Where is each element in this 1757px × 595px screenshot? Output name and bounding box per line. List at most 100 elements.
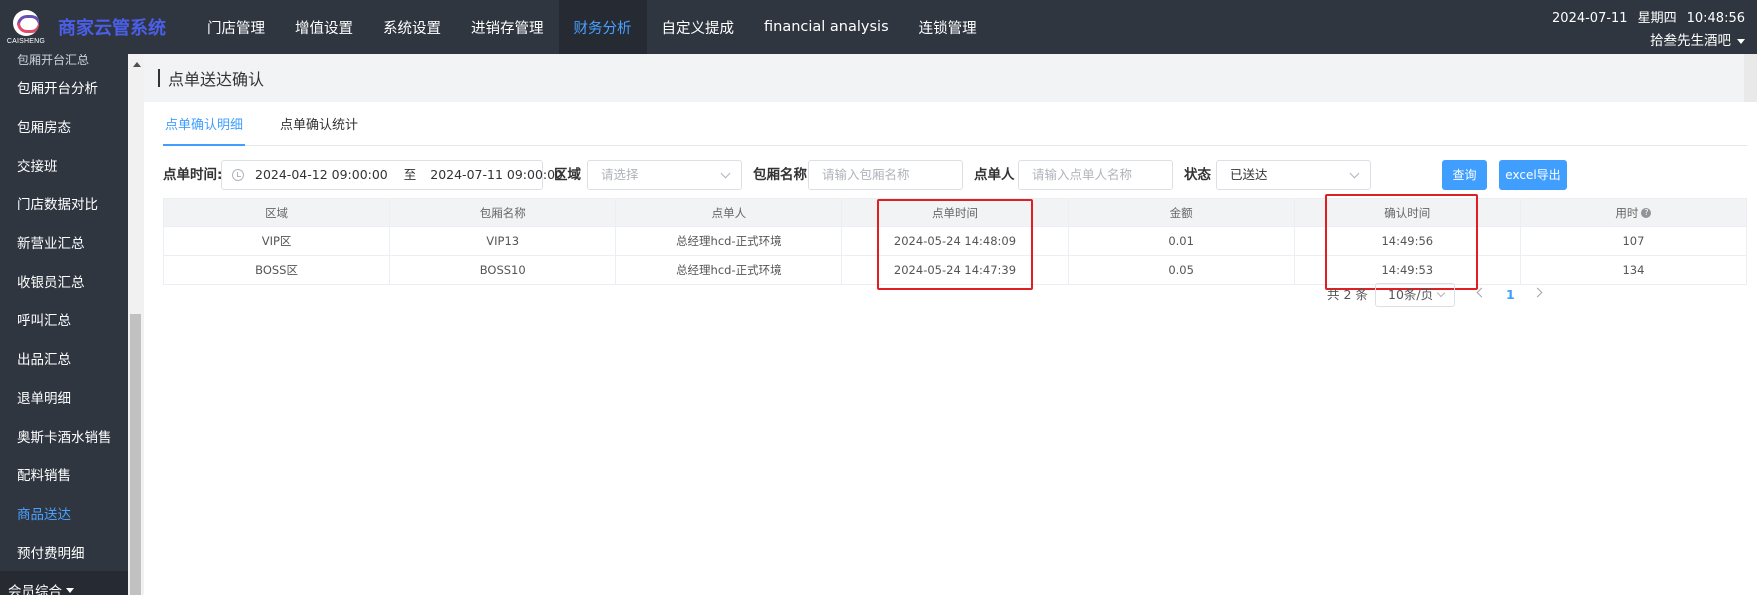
user-menu[interactable]: 拾叁先生酒吧 (1542, 30, 1745, 52)
sidebar-item-8[interactable]: 退单明细 (0, 378, 128, 417)
table-cell: BOSS区 (163, 255, 391, 285)
area-select[interactable]: 请选择 (587, 160, 742, 190)
orderer-placeholder: 请输入点单人名称 (1032, 167, 1133, 182)
prev-page-icon[interactable] (1476, 287, 1487, 298)
help-icon[interactable]: ? (1641, 208, 1652, 218)
sidebar-item-1[interactable]: 包厢房态 (0, 107, 128, 146)
sidebar-item-10[interactable]: 配料销售 (0, 455, 128, 494)
sidebar-item-0[interactable]: 包厢开台分析 (0, 68, 128, 107)
filter-bar: 点单时间: 2024-04-12 09:00:00 至 2024-07-11 0… (163, 160, 1753, 190)
sidebar-item-9[interactable]: 奥斯卡酒水销售 (0, 416, 128, 455)
tab-bar: 点单确认明细 点单确认统计 (163, 114, 1747, 146)
logo-text: CAISHENG (6, 37, 46, 45)
column-header-label: 点单人 (711, 205, 747, 220)
chevron-down-icon (720, 168, 731, 179)
column-header-6: 用时? (1520, 198, 1748, 227)
page-scrollbar[interactable] (1744, 54, 1757, 102)
orderer-input[interactable]: 请输入点单人名称 (1018, 160, 1173, 190)
sidebar-item-7[interactable]: 出品汇总 (0, 339, 128, 378)
sidebar-item-5[interactable]: 收银员汇总 (0, 261, 128, 300)
chevron-down-icon (1349, 168, 1360, 179)
status-value: 已送达 (1230, 167, 1268, 182)
column-header-2: 点单人 (615, 198, 843, 227)
sidebar-group-member[interactable]: 会员综合 (0, 570, 128, 595)
room-name-label: 包厢名称 (753, 167, 807, 183)
tab-1[interactable]: 点单确认统计 (278, 114, 360, 146)
table-cell: 0.05 (1068, 255, 1295, 285)
next-page-icon[interactable] (1532, 287, 1543, 298)
table-cell: BOSS10 (389, 255, 617, 285)
sidebar-item-cut[interactable]: 包厢开台汇总 (0, 54, 128, 68)
page-size-select[interactable]: 10条/页 (1375, 283, 1455, 307)
table-cell: 134 (1520, 255, 1748, 285)
end-date: 2024-07-11 09:00:00 (430, 167, 564, 182)
table-cell: 0.01 (1068, 226, 1295, 256)
scroll-up-arrow-icon[interactable] (133, 62, 141, 67)
area-placeholder: 请选择 (601, 167, 639, 182)
column-header-label: 区域 (265, 205, 289, 220)
nav-item-1[interactable]: 增值设置 (280, 0, 368, 54)
status-select[interactable]: 已送达 (1216, 160, 1371, 190)
column-header-label: 包厢名称 (479, 205, 526, 220)
caret-down-icon (1737, 38, 1745, 44)
highlight-box-order-time (877, 199, 1033, 290)
date-range-picker[interactable]: 2024-04-12 09:00:00 至 2024-07-11 09:00:0… (221, 160, 563, 190)
sidebar: 包厢开台汇总 包厢开台分析 包厢房态 交接班 门店数据对比 新营业汇总 收银员汇总 呼叫汇总… (0, 54, 128, 595)
page-size-value: 10条/页 (1388, 287, 1434, 302)
weekday-text: 星期四 (1637, 11, 1677, 26)
sidebar-scroll-thumb[interactable] (130, 314, 141, 595)
sidebar-group-label: 会员综合 (8, 584, 62, 595)
nav-item-4[interactable]: 财务分析 (558, 0, 647, 54)
tab-0[interactable]: 点单确认明细 (163, 114, 246, 146)
sidebar-item-12[interactable]: 预付费明细 (0, 532, 128, 571)
sidebar-item-6[interactable]: 呼叫汇总 (0, 300, 128, 339)
top-navigation-bar: CAISHENG 商家云管系统 门店管理 增值设置 系统设置 进销存管理 财务分析 自定义… (0, 0, 1757, 54)
column-header-label: 金额 (1169, 205, 1193, 220)
sidebar-item-11[interactable]: 商品送达 (0, 494, 128, 533)
sidebar-item-2[interactable]: 交接班 (0, 145, 128, 184)
page-title: 点单送达确认 (168, 70, 265, 89)
table-cell: 107 (1520, 226, 1748, 256)
nav-item-3[interactable]: 进销存管理 (456, 0, 559, 54)
sidebar-item-4[interactable]: 新营业汇总 (0, 223, 128, 262)
pagination-total: 共 2 条 (1327, 287, 1368, 302)
chevron-down-icon (1436, 288, 1446, 298)
highlight-box-confirm-time (1325, 194, 1478, 290)
top-right-info: 2024-07-11 星期四 10:48:56 拾叁先生酒吧 (1542, 8, 1745, 52)
table-cell: 总经理hcd-正式环境 (615, 226, 843, 256)
nav-item-7[interactable]: 连锁管理 (904, 0, 992, 54)
table-cell: VIP区 (163, 226, 391, 256)
nav-item-0[interactable]: 门店管理 (192, 0, 280, 54)
brand-title: 商家云管系统 (58, 18, 166, 39)
excel-export-button[interactable]: excel导出 (1499, 160, 1567, 190)
column-header-1: 包厢名称 (389, 198, 617, 227)
current-page[interactable]: 1 (1506, 283, 1515, 307)
main-nav: 门店管理 增值设置 系统设置 进销存管理 财务分析 自定义提成 financial anal… (192, 0, 992, 54)
nav-item-2[interactable]: 系统设置 (368, 0, 456, 54)
caisheng-logo-icon (13, 9, 39, 36)
room-name-input[interactable]: 请输入包厢名称 (808, 160, 963, 190)
date-text: 2024-07-11 (1552, 11, 1628, 26)
column-header-0: 区域 (163, 198, 391, 227)
column-header-label: 用时 (1615, 205, 1639, 220)
nav-item-6[interactable]: financial analysis (749, 0, 904, 54)
main-content: 点单送达确认 点单确认明细 点单确认统计 点单时间: 2024-04-12 09:… (144, 54, 1757, 595)
user-name: 拾叁先生酒吧 (1650, 33, 1731, 49)
table-cell: 总经理hcd-正式环境 (615, 255, 843, 285)
area-label: 区域 (554, 167, 581, 183)
time-text: 10:48:56 (1686, 11, 1745, 26)
order-time-label: 点单时间: (163, 167, 223, 183)
clock-icon (232, 169, 244, 181)
logo[interactable]: CAISHENG (6, 0, 46, 54)
room-placeholder: 请输入包厢名称 (822, 167, 910, 182)
orderer-label: 点单人 (974, 167, 1015, 183)
start-date: 2024-04-12 09:00:00 (255, 167, 388, 182)
sidebar-item-3[interactable]: 门店数据对比 (0, 184, 128, 223)
nav-item-5[interactable]: 自定义提成 (647, 0, 750, 54)
column-header-4: 金额 (1068, 198, 1295, 227)
table-cell: VIP13 (389, 226, 617, 256)
datetime: 2024-07-11 星期四 10:48:56 (1542, 8, 1745, 30)
query-button[interactable]: 查询 (1442, 160, 1487, 190)
status-label: 状态 (1184, 167, 1211, 183)
page-header: 点单送达确认 (144, 54, 1757, 102)
